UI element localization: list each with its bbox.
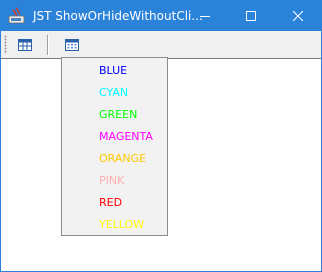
menu-item-cyan[interactable]: CYAN	[62, 82, 167, 104]
menu-item-label: MAGENTA	[99, 130, 153, 143]
maximize-button[interactable]	[228, 1, 274, 31]
close-icon	[293, 11, 303, 21]
window-title: JST ShowOrHideWithoutCli...	[33, 9, 203, 23]
menu-item-label: ORANGE	[99, 152, 147, 165]
menu-item-label: RED	[99, 196, 123, 209]
toolbar-separator	[47, 35, 49, 55]
menu-item-yellow[interactable]: YELLOW	[62, 214, 167, 236]
menu-item-orange[interactable]: ORANGE	[62, 148, 167, 170]
maximize-icon	[246, 11, 256, 21]
toolbar-grip[interactable]	[4, 35, 7, 54]
calendar-icon	[65, 39, 79, 51]
menu-item-red[interactable]: RED	[62, 192, 167, 214]
menu-item-label: PINK	[99, 174, 125, 187]
title-bar[interactable]: JST ShowOrHideWithoutCli...	[1, 1, 321, 31]
menu-item-green[interactable]: GREEN	[62, 104, 167, 126]
menu-item-label: YELLOW	[99, 218, 145, 231]
color-popup-menu: BLUE CYAN GREEN MAGENTA ORANGE PINK RED …	[61, 57, 168, 236]
menu-item-blue[interactable]: BLUE	[62, 60, 167, 82]
menu-item-label: BLUE	[99, 64, 128, 77]
toolbar	[1, 31, 321, 59]
close-button[interactable]	[275, 1, 321, 31]
menu-item-label: CYAN	[99, 86, 129, 99]
app-window: JST ShowOrHideWithoutCli... BLUE CYAN GR…	[0, 0, 322, 272]
minimize-icon	[200, 16, 210, 17]
table-icon	[18, 39, 32, 51]
java-app-icon	[8, 7, 25, 24]
table-toggle-button[interactable]	[14, 34, 36, 56]
menu-item-magenta[interactable]: MAGENTA	[62, 126, 167, 148]
menu-item-label: GREEN	[99, 108, 138, 121]
minimize-button[interactable]	[182, 1, 228, 31]
calendar-menu-button[interactable]	[61, 34, 83, 56]
menu-item-pink[interactable]: PINK	[62, 170, 167, 192]
